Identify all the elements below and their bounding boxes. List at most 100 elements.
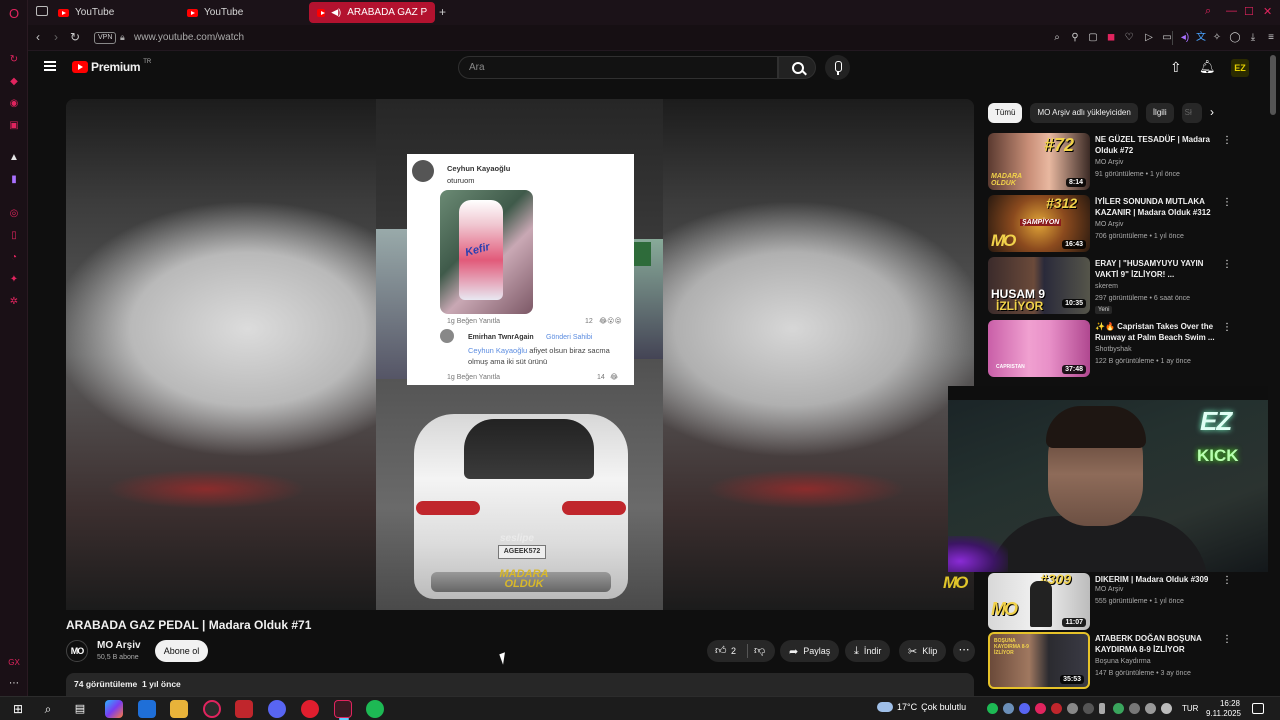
audio-icon[interactable]: ◂): [1178, 31, 1192, 45]
tray-nvidia-icon[interactable]: [1083, 703, 1094, 714]
tray-security-icon[interactable]: [1113, 703, 1124, 714]
search-input[interactable]: [459, 57, 777, 78]
recommendation-item[interactable]: BOŞUNA KAYDIRMA 8-9 İZLİYOR 35:53 ATABER…: [988, 632, 1238, 690]
weather-widget[interactable]: 17°C Çok bulutlu: [877, 702, 966, 712]
video-thumbnail[interactable]: #72 MADARA OLDUK 8:14: [988, 133, 1090, 190]
tray-bluetooth-icon[interactable]: [1129, 703, 1140, 714]
chip-from-uploader[interactable]: MO Arşiv adlı yükleyiciden: [1030, 103, 1138, 123]
discord-icon[interactable]: [268, 700, 286, 718]
easy-setup-icon[interactable]: ≡: [1264, 31, 1278, 45]
recommendation-title[interactable]: ✨🔥 Capristan Takes Over the Runway at Pa…: [1095, 321, 1217, 343]
send-icon[interactable]: ▷: [1142, 31, 1156, 45]
kebab-menu-icon[interactable]: ⋮: [1222, 259, 1232, 270]
video-thumbnail[interactable]: CAPRISTAN 37:48: [988, 320, 1090, 377]
shield-icon[interactable]: ◼: [1104, 31, 1118, 45]
task-view-icon[interactable]: ▤: [71, 700, 89, 718]
search-icon[interactable]: ⌕: [39, 700, 57, 718]
player-icon[interactable]: ◎: [7, 206, 21, 220]
upload-icon[interactable]: ⇧: [1170, 59, 1182, 76]
tab-youtube-1[interactable]: YouTube: [50, 2, 175, 23]
opera-logo-icon[interactable]: O: [7, 6, 21, 21]
tab-active-video[interactable]: ◀) ARABADA GAZ PEDAL: [309, 2, 435, 23]
subscribe-button[interactable]: Abone ol: [155, 640, 208, 662]
bag-icon[interactable]: ◆: [7, 74, 21, 88]
opera-gx-active-icon[interactable]: [334, 700, 352, 720]
recommendation-item[interactable]: #312 ŞAMPİYON MO 16:43 İYİLER SONUNDA MU…: [988, 195, 1238, 253]
tray-app-icon[interactable]: [1051, 703, 1062, 714]
gx-icon[interactable]: GX: [7, 655, 21, 669]
copilot-icon[interactable]: [105, 700, 123, 718]
kebab-menu-icon[interactable]: ⋮: [1222, 634, 1232, 645]
heart-icon[interactable]: ♡: [1122, 31, 1136, 45]
recommendation-item[interactable]: #72 MADARA OLDUK 8:14 NE GÜZEL TESADÜF |…: [988, 133, 1238, 191]
twitch-icon[interactable]: ▮: [7, 172, 21, 186]
tab-overview-icon[interactable]: [36, 6, 48, 16]
kebab-menu-icon[interactable]: ⋮: [1222, 197, 1232, 208]
aria-icon[interactable]: ↻: [7, 52, 21, 66]
video-thumbnail[interactable]: HUSAM 9 İZLİYOR 10:35: [988, 257, 1090, 314]
reload-button[interactable]: ↻: [70, 30, 80, 44]
opera-gx-icon[interactable]: [203, 700, 221, 718]
voice-search-button[interactable]: [825, 55, 850, 80]
chip-all[interactable]: Tümü: [988, 103, 1023, 123]
forward-button[interactable]: ›: [54, 30, 58, 44]
download-button[interactable]: ⤓ İndir: [845, 640, 891, 662]
kebab-menu-icon[interactable]: ⋮: [1222, 575, 1232, 586]
video-player[interactable]: Ceyhun Kayaoğlu oturuom Kefir 1g Beğen Y…: [66, 99, 974, 610]
channel-avatar[interactable]: MO: [66, 640, 88, 662]
tray-opera-icon[interactable]: [1035, 703, 1046, 714]
share-button[interactable]: ➦ Paylaş: [780, 640, 840, 662]
puzzle-extensions-icon[interactable]: ✧: [1210, 31, 1224, 45]
recommendation-title[interactable]: ERAY | "HUSAMYUYU YAYIN VAKTİ 9" İZLİYOR…: [1095, 258, 1217, 280]
notifications-icon[interactable]: [1252, 703, 1264, 714]
bookmark-icon[interactable]: ▯: [7, 228, 21, 242]
input-language[interactable]: TUR: [1182, 704, 1198, 713]
tray-spotify-icon[interactable]: [987, 703, 998, 714]
file-explorer-icon[interactable]: [170, 700, 188, 718]
translate-icon[interactable]: 文: [1194, 31, 1208, 45]
video-thumbnail[interactable]: #312 ŞAMPİYON MO 16:43: [988, 195, 1090, 252]
description-box[interactable]: 74 görüntüleme 1 yıl önce: [66, 673, 974, 696]
video-thumbnail[interactable]: #309 MO 11:07: [988, 573, 1090, 630]
recommendation-title[interactable]: NE GÜZEL TESADÜF | Madara Olduk #72: [1095, 134, 1217, 156]
page-scrollbar-thumb[interactable]: [1270, 55, 1276, 115]
recommendation-channel[interactable]: Shotbyshak: [1095, 346, 1132, 353]
spotify-icon[interactable]: [366, 700, 384, 718]
recommendation-item[interactable]: HUSAM 9 İZLİYOR 10:35 ERAY | "HUSAMYUYU …: [988, 257, 1238, 315]
menu-icon[interactable]: [44, 61, 56, 71]
more-icon[interactable]: ⋯: [7, 676, 21, 690]
search-button[interactable]: [778, 56, 816, 79]
recommendation-item[interactable]: #309 MO 11:07 DIKERIM | Madara Olduk #30…: [988, 573, 1238, 631]
history-icon[interactable]: ◔: [7, 250, 21, 264]
settings-gear-icon[interactable]: ✲: [7, 294, 21, 308]
workspace-icon[interactable]: ▲: [7, 150, 21, 164]
tray-steam-icon[interactable]: [1003, 703, 1014, 714]
page-scrollbar-track[interactable]: [1268, 51, 1280, 696]
tray-vpn-icon[interactable]: [1067, 703, 1078, 714]
account-avatar[interactable]: EZ: [1231, 59, 1249, 77]
windows-start-icon[interactable]: ⊞: [9, 700, 27, 718]
tray-network-icon[interactable]: [1145, 703, 1156, 714]
notifications-bell-icon[interactable]: 🔔︎: [1199, 59, 1216, 75]
tray-mic-icon[interactable]: [1099, 703, 1105, 714]
recommendation-title[interactable]: DIKERIM | Madara Olduk #309: [1095, 574, 1217, 585]
maximize-button[interactable]: ☐: [1244, 5, 1254, 18]
download-icon[interactable]: ⤓: [1246, 31, 1260, 45]
tab-youtube-2[interactable]: YouTube: [179, 2, 304, 23]
pin-icon[interactable]: ⚲: [1068, 31, 1082, 45]
opera-icon[interactable]: [301, 700, 319, 718]
chip-related[interactable]: İlgili: [1145, 103, 1174, 123]
chevron-right-icon[interactable]: ›: [1210, 105, 1214, 119]
recommendation-channel[interactable]: MO Arşiv: [1095, 221, 1123, 228]
recommendation-channel[interactable]: skerem: [1095, 283, 1118, 290]
tray-discord-icon[interactable]: [1019, 703, 1030, 714]
voicemod-icon[interactable]: [235, 700, 253, 718]
recommendation-item[interactable]: CAPRISTAN 37:48 ✨🔥 Capristan Takes Over …: [988, 320, 1238, 378]
profile-icon[interactable]: ◯: [1228, 31, 1242, 45]
channel-name[interactable]: MO Arşiv: [97, 640, 141, 651]
recommendation-channel[interactable]: MO Arşiv: [1095, 586, 1123, 593]
recommendation-title[interactable]: ATABERK DOĞAN BOŞUNA KAYDIRMA 8-9 İZLİYO…: [1095, 633, 1217, 655]
clock[interactable]: 16:28 9.11.2025: [1206, 699, 1241, 719]
recommendation-channel[interactable]: Boşuna Kaydırma: [1095, 658, 1151, 665]
kebab-menu-icon[interactable]: ⋮: [1222, 322, 1232, 333]
